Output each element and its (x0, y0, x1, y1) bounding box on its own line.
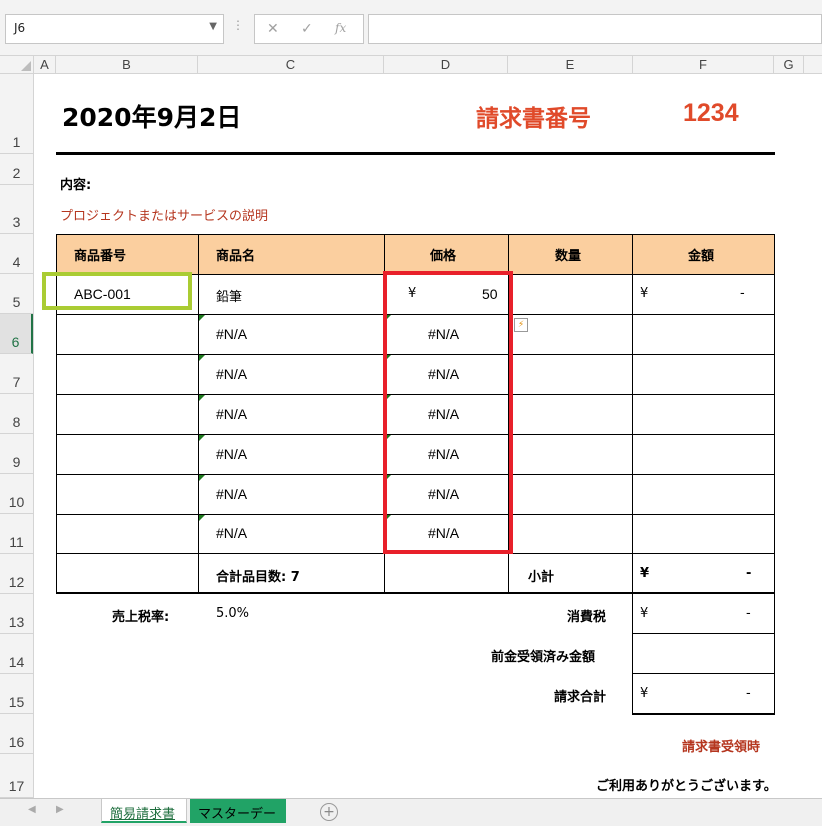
header-price[interactable]: 価格 (430, 245, 456, 264)
error-indicator-icon (199, 435, 205, 441)
header-item-code[interactable]: 商品番号 (74, 245, 126, 264)
project-description[interactable]: プロジェクトまたはサービスの説明 (60, 205, 268, 224)
formula-buttons: ✕ ✓ fx (254, 14, 364, 44)
tax-rate-value[interactable]: 5.0% (216, 606, 249, 621)
item-name-cell[interactable]: #N/A (216, 446, 247, 462)
header-amount[interactable]: 金額 (688, 245, 714, 264)
add-sheet-icon[interactable]: + (320, 803, 338, 821)
summary-border (632, 594, 633, 714)
name-box[interactable]: J6 ▼ (5, 14, 224, 44)
total-label[interactable]: 請求合計 (554, 686, 606, 705)
invoice-date[interactable]: 2020年9月2日 (62, 98, 241, 134)
amount-cell[interactable]: - (740, 286, 745, 301)
row-header-8[interactable]: 8 (0, 394, 33, 434)
row-header-17[interactable]: 17 (0, 754, 33, 798)
error-indicator-icon (199, 475, 205, 481)
error-indicator-icon (199, 315, 205, 321)
row-header-6[interactable]: 6 (0, 314, 33, 354)
tax-rate-label[interactable]: 売上税率: (112, 606, 169, 625)
row-header-9[interactable]: 9 (0, 434, 33, 474)
invoice-number-label[interactable]: 請求書番号 (476, 99, 591, 133)
title-underline (56, 152, 775, 155)
table-bottom-border (56, 592, 775, 594)
invoice-number-value[interactable]: 1234 (683, 99, 739, 128)
row-header-12[interactable]: 12 (0, 554, 33, 594)
item-name-cell[interactable]: #N/A (216, 326, 247, 342)
total-value[interactable]: - (746, 686, 751, 701)
row-headers: 1 2 3 4 5 6 7 8 9 10 11 12 13 14 15 16 1… (0, 74, 34, 798)
error-indicator-icon (199, 395, 205, 401)
select-all-corner[interactable] (0, 56, 34, 74)
item-name-cell[interactable]: #N/A (216, 486, 247, 502)
col-header-g[interactable]: G (774, 56, 804, 74)
summary-border (632, 673, 775, 674)
column-headers: A B C D E F G (0, 56, 822, 74)
row-header-14[interactable]: 14 (0, 634, 33, 674)
receipt-note[interactable]: 請求書受領時 (682, 736, 760, 755)
total-yen-symbol: ¥ (640, 686, 649, 701)
price-column-highlight-red (383, 271, 513, 554)
scroll-right-icon[interactable]: ▶ (56, 804, 64, 815)
header-quantity[interactable]: 数量 (555, 245, 581, 264)
col-header-c[interactable]: C (198, 56, 384, 74)
row-header-4[interactable]: 4 (0, 234, 33, 274)
item-name-cell[interactable]: 鉛筆 (216, 286, 242, 305)
tax-value[interactable]: - (746, 606, 751, 621)
row-header-7[interactable]: 7 (0, 354, 33, 394)
grid-line (198, 234, 199, 593)
grid-line (56, 234, 775, 235)
chevron-down-icon[interactable]: ▼ (209, 21, 217, 32)
enter-icon[interactable]: ✓ (301, 21, 313, 37)
col-header-d[interactable]: D (384, 56, 508, 74)
sheet-tab-bar: ◀ ▶ 簡易請求書 マスターデータ + (0, 798, 822, 826)
cancel-icon[interactable]: ✕ (267, 21, 279, 37)
item-name-cell[interactable]: #N/A (216, 366, 247, 382)
col-header-b[interactable]: B (56, 56, 198, 74)
quick-analysis-icon[interactable]: ⚡ (514, 318, 528, 332)
row-header-16[interactable]: 16 (0, 714, 33, 754)
row-header-1[interactable]: 1 (0, 74, 33, 154)
selected-cell-highlight-green (42, 272, 192, 310)
amount-yen-symbol: ¥ (640, 286, 649, 301)
formula-input[interactable] (368, 14, 822, 44)
row-header-2[interactable]: 2 (0, 154, 33, 185)
prepaid-label[interactable]: 前金受領済み金額 (491, 646, 595, 665)
summary-border (632, 713, 775, 715)
name-box-value: J6 (14, 21, 26, 35)
summary-border (774, 594, 775, 714)
tax-yen-symbol: ¥ (640, 606, 649, 621)
col-header-a[interactable]: A (34, 56, 56, 74)
item-name-cell[interactable]: #N/A (216, 406, 247, 422)
subtotal-label[interactable]: 小計 (528, 566, 554, 585)
row-header-15[interactable]: 15 (0, 674, 33, 714)
row-header-3[interactable]: 3 (0, 185, 33, 234)
subtotal-value[interactable]: - (746, 566, 751, 581)
row-header-10[interactable]: 10 (0, 474, 33, 514)
row-header-11[interactable]: 11 (0, 514, 33, 554)
tax-label[interactable]: 消費税 (567, 606, 606, 625)
subtotal-yen-symbol: ¥ (640, 566, 650, 581)
col-header-e[interactable]: E (508, 56, 633, 74)
item-name-cell[interactable]: #N/A (216, 525, 247, 541)
error-indicator-icon (199, 355, 205, 361)
tab-simple-invoice[interactable]: 簡易請求書 (101, 799, 187, 823)
content-label[interactable]: 内容: (60, 174, 91, 193)
insert-function-icon[interactable]: fx (335, 21, 346, 35)
more-options-icon[interactable]: ⋮ (232, 18, 244, 32)
row-header-13[interactable]: 13 (0, 594, 33, 634)
grid-line (632, 234, 633, 593)
col-header-f[interactable]: F (633, 56, 774, 74)
grid-line (774, 234, 775, 593)
header-item-name[interactable]: 商品名 (216, 245, 255, 264)
thanks-note[interactable]: ご利用ありがとうございます。 (596, 775, 777, 794)
table-header-row (56, 234, 775, 274)
tab-master-data[interactable]: マスターデータ (190, 799, 286, 823)
summary-border (632, 633, 775, 634)
error-indicator-icon (199, 515, 205, 521)
row-header-5[interactable]: 5 (0, 274, 33, 314)
scroll-left-icon[interactable]: ◀ (28, 804, 36, 815)
total-items-count[interactable]: 合計品目数: 7 (216, 566, 300, 585)
